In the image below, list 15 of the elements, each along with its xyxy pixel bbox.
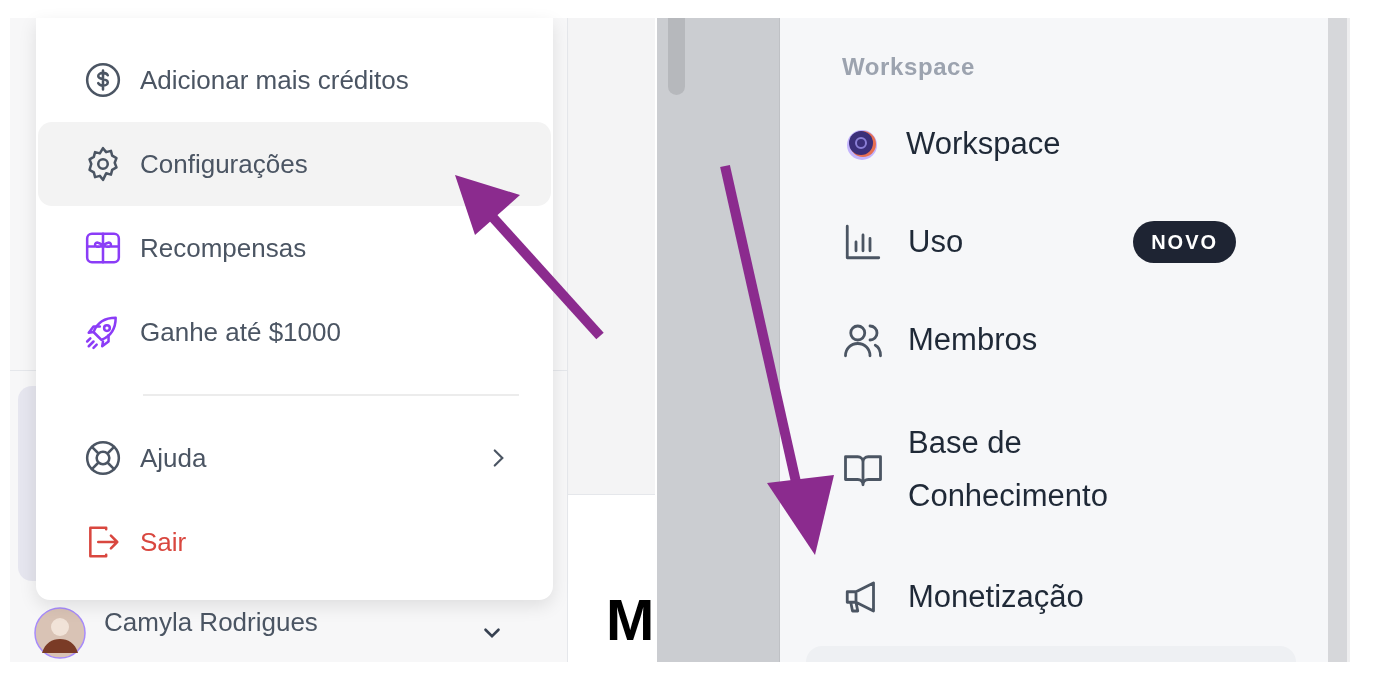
sidebar-item[interactable]: Workspace (842, 95, 1328, 194)
gift-icon (84, 229, 122, 267)
dollar-icon (84, 61, 122, 99)
sidebar-item[interactable]: Base de Conhecimento (842, 388, 1328, 549)
new-badge: NOVO (1133, 221, 1237, 264)
sidebar-item[interactable]: Uso NOVO (842, 193, 1328, 292)
user-name: Camyla Rodrigues (104, 605, 319, 639)
sidebar-item[interactable]: Monetização (842, 548, 1328, 647)
section-title: Workspace (842, 51, 977, 82)
sidebar-item[interactable]: Membros (842, 291, 1328, 389)
page-heading: M (606, 591, 656, 649)
menu-item[interactable]: Configurações (38, 122, 551, 206)
scrollbar-thumb[interactable] (668, 18, 685, 95)
avatar-icon (34, 607, 86, 659)
lifebuoy-icon (84, 439, 122, 477)
